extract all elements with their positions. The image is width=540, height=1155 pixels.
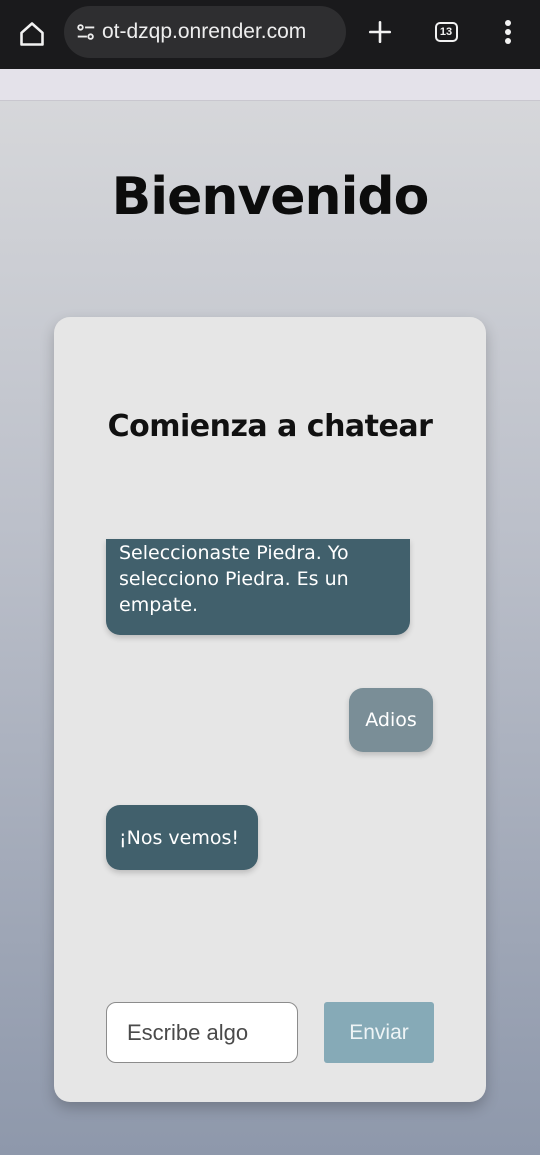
chat-heading: Comienza a chatear xyxy=(107,409,433,444)
bot-message: ¡Nos vemos! xyxy=(106,805,258,870)
page-body: Bienvenido Comienza a chatear Selecciona… xyxy=(0,101,540,1155)
plus-icon[interactable] xyxy=(360,12,400,52)
page-title: Bienvenido xyxy=(111,167,430,227)
send-button[interactable]: Enviar xyxy=(324,1002,434,1063)
url-text: ot-dzqp.onrender.com xyxy=(102,20,307,43)
bot-message: Seleccionaste Piedra. Yo selecciono Pied… xyxy=(106,539,410,635)
browser-toolbar: ot-dzqp.onrender.com 13 xyxy=(0,0,540,69)
message-input[interactable] xyxy=(106,1002,298,1063)
page-top-strip xyxy=(0,69,540,101)
address-bar[interactable]: ot-dzqp.onrender.com xyxy=(64,6,346,58)
vertical-dots-icon[interactable] xyxy=(488,12,528,52)
chat-card: Comienza a chatear Seleccionaste Piedra.… xyxy=(54,317,486,1102)
home-icon[interactable] xyxy=(12,14,52,54)
user-message: Adios xyxy=(349,688,433,752)
message-list[interactable]: Seleccionaste Piedra. Yo selecciono Pied… xyxy=(106,539,434,1009)
site-settings-icon[interactable] xyxy=(74,20,98,44)
tab-switcher-button[interactable]: 13 xyxy=(426,12,466,52)
tab-count: 13 xyxy=(434,22,458,42)
